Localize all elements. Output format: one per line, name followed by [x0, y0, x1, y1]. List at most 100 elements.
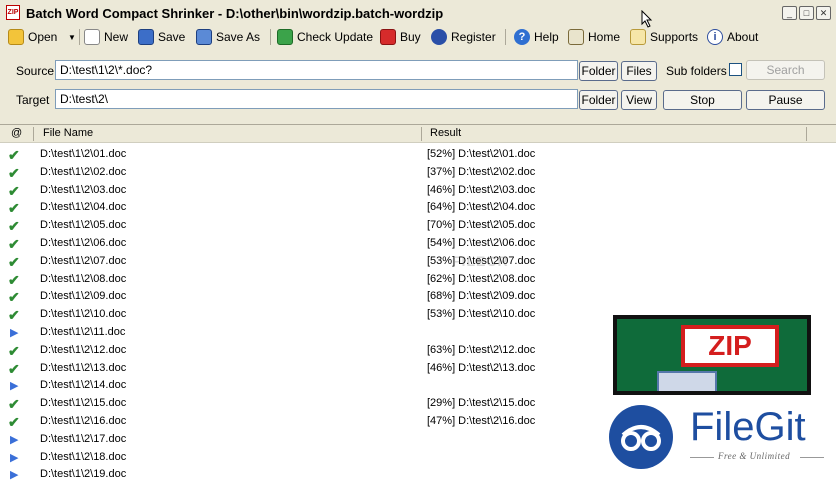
row-file-name: D:\test\1\2\02.doc	[40, 165, 127, 178]
save-label: Save	[158, 30, 186, 44]
stop-button[interactable]: Stop	[663, 90, 742, 110]
subfolders-label: Sub folders	[666, 64, 727, 78]
target-label: Target	[16, 93, 50, 107]
supports-label: Supports	[650, 30, 699, 44]
subfolders-checkbox[interactable]	[729, 63, 742, 76]
column-divider[interactable]	[421, 127, 422, 141]
target-folder-button[interactable]: Folder	[579, 90, 618, 110]
row-file-name: D:\test\1\2\08.doc	[40, 272, 127, 285]
table-row[interactable]: ✔ D:\test\1\2\01.doc [52%] D:\test\2\01.do…	[0, 146, 836, 164]
checkmark-icon: ✔	[8, 289, 20, 306]
home-label: Home	[588, 30, 621, 44]
open-button[interactable]: Open	[8, 28, 57, 46]
row-file-name: D:\test\1\2\14.doc	[40, 379, 127, 392]
minimize-button[interactable]: _	[782, 6, 797, 20]
row-file-name: D:\test\1\2\07.doc	[40, 254, 127, 267]
zip-logo-box: ZIP	[681, 325, 779, 367]
open-dropdown-arrow-icon[interactable]: ▼	[68, 28, 76, 46]
save-button[interactable]: Save	[138, 28, 185, 46]
checkmark-icon: ✔	[8, 342, 20, 359]
row-result: [62%] D:\test\2\08.doc	[427, 272, 536, 285]
row-file-name: D:\test\1\2\06.doc	[40, 236, 127, 249]
checkmark-icon: ✔	[8, 147, 20, 163]
supports-button[interactable]: Supports	[630, 28, 698, 46]
tagline-rule	[690, 457, 714, 458]
row-result: [70%] D:\test\2\05.doc	[427, 219, 536, 232]
product-thumbnail: ZIP	[613, 315, 811, 395]
folder-open-icon	[8, 29, 24, 45]
check-update-label: Check Update	[297, 30, 374, 44]
pending-arrow-icon: ▶	[10, 451, 19, 464]
row-result: [63%] D:\test\2\12.doc	[427, 343, 536, 356]
filegit-glasses-icon	[621, 425, 661, 451]
row-result: [53%] D:\test\2\10.doc	[427, 308, 536, 321]
column-divider[interactable]	[806, 127, 807, 141]
save-as-label: Save As	[216, 30, 261, 44]
home-icon	[568, 29, 584, 45]
search-button[interactable]: Search	[746, 60, 825, 80]
row-file-name: D:\test\1\2\04.doc	[40, 201, 127, 214]
column-header-status[interactable]: @	[11, 127, 22, 139]
target-input[interactable]	[55, 89, 578, 109]
refresh-icon	[277, 29, 293, 45]
check-update-button[interactable]: Check Update	[277, 28, 373, 46]
target-view-button[interactable]: View	[621, 90, 657, 110]
column-header-filename[interactable]: File Name	[43, 127, 93, 139]
row-result: [64%] D:\test\2\04.doc	[427, 201, 536, 214]
app-icon: ZIP	[6, 5, 20, 20]
checkmark-icon: ✔	[8, 164, 20, 181]
source-folder-button[interactable]: Folder	[579, 61, 618, 81]
row-result: [54%] D:\test\2\06.doc	[427, 236, 536, 249]
help-icon: ?	[514, 29, 530, 45]
mouse-cursor-icon	[641, 10, 653, 28]
info-icon: i	[707, 29, 723, 45]
row-result: [46%] D:\test\2\03.doc	[427, 183, 536, 196]
supports-mail-icon	[630, 29, 646, 45]
help-button[interactable]: ? Help	[514, 28, 559, 46]
pending-arrow-icon: ▶	[10, 469, 19, 482]
pending-arrow-icon: ▶	[10, 433, 19, 446]
row-result: [37%] D:\test\2\02.doc	[427, 165, 536, 178]
checkmark-icon: ✔	[8, 307, 20, 324]
table-row[interactable]: ✔ D:\test\1\2\09.doc [68%] D:\test\2\09.do…	[0, 288, 836, 306]
save-disk-icon	[138, 29, 154, 45]
new-label: New	[104, 30, 129, 44]
table-row[interactable]: ✔ D:\test\1\2\08.doc [62%] D:\test\2\08.do…	[0, 271, 836, 289]
table-row[interactable]: ✔ D:\test\1\2\06.doc [54%] D:\test\2\06.do…	[0, 235, 836, 253]
home-button[interactable]: Home	[568, 28, 620, 46]
filegit-logo-icon	[609, 405, 673, 469]
document-icon	[657, 371, 717, 391]
table-row[interactable]: ✔ D:\test\1\2\02.doc [37%] D:\test\2\02.do…	[0, 164, 836, 182]
table-row[interactable]: ✔ D:\test\1\2\03.doc [46%] D:\test\2\03.do…	[0, 182, 836, 200]
save-as-button[interactable]: Save As	[196, 28, 260, 46]
buy-button[interactable]: Buy	[380, 28, 421, 46]
filegit-name: FileGit	[690, 405, 806, 449]
checkmark-icon: ✔	[8, 413, 20, 430]
column-header-result[interactable]: Result	[430, 127, 461, 139]
about-button[interactable]: i About	[707, 28, 758, 46]
table-row[interactable]: ✔ D:\test\1\2\07.doc [53%] D:\test\2\07.do…	[0, 253, 836, 271]
row-file-name: D:\test\1\2\18.doc	[40, 450, 127, 463]
toolbar-separator	[270, 29, 271, 45]
table-row[interactable]: ✔ D:\test\1\2\05.doc [70%] D:\test\2\05.do…	[0, 217, 836, 235]
about-label: About	[727, 30, 759, 44]
row-file-name: D:\test\1\2\13.doc	[40, 361, 127, 374]
save-as-icon	[196, 29, 212, 45]
pause-button[interactable]: Pause	[746, 90, 825, 110]
checkmark-icon: ✔	[8, 235, 20, 252]
checkmark-icon: ✔	[8, 396, 20, 413]
column-divider[interactable]	[33, 127, 34, 141]
row-file-name: D:\test\1\2\03.doc	[40, 183, 127, 196]
source-input[interactable]	[55, 60, 578, 80]
row-file-name: D:\test\1\2\17.doc	[40, 432, 127, 445]
checkmark-icon: ✔	[8, 200, 20, 217]
checkmark-icon: ✔	[8, 253, 20, 270]
register-button[interactable]: Register	[431, 28, 496, 46]
toolbar: Open ▼ New Save Save As Check Update Buy…	[0, 25, 836, 48]
source-files-button[interactable]: Files	[621, 61, 657, 81]
close-button[interactable]: ✕	[816, 6, 831, 20]
maximize-button[interactable]: □	[799, 6, 814, 20]
new-button[interactable]: New	[84, 28, 128, 46]
filegit-tagline: Free & Unlimited	[718, 451, 791, 461]
table-row[interactable]: ✔ D:\test\1\2\04.doc [64%] D:\test\2\04.do…	[0, 199, 836, 217]
